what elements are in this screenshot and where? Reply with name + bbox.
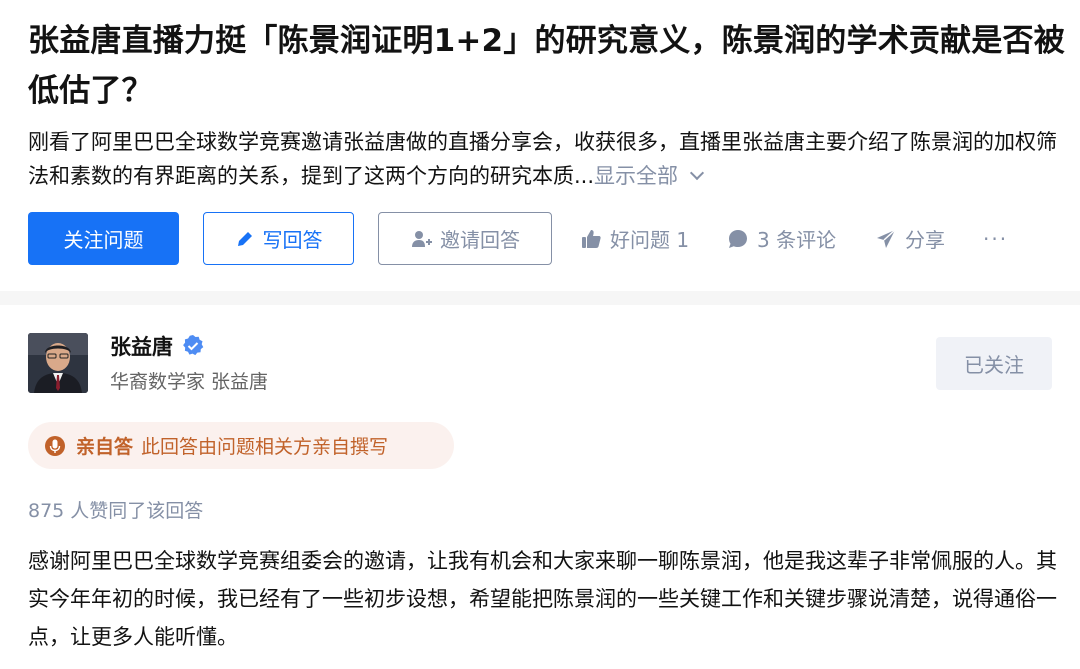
self-badge-text: 此回答由问题相关方亲自撰写 xyxy=(141,436,389,458)
show-all-link[interactable]: 显示全部 xyxy=(594,164,705,188)
follow-question-button[interactable]: 关注问题 xyxy=(28,212,179,265)
question-title[interactable]: 张益唐直播力挺「陈景润证明1+2」的研究意义，陈景润的学术贡献是否被低估了？ xyxy=(28,16,1068,116)
question-card: 张益唐直播力挺「陈景润证明1+2」的研究意义，陈景润的学术贡献是否被低估了？ 刚… xyxy=(0,0,1080,291)
paper-plane-icon xyxy=(877,228,896,248)
write-answer-button[interactable]: 写回答 xyxy=(203,212,354,265)
good-question-button[interactable]: 好问题 1 xyxy=(580,212,689,265)
share-label: 分享 xyxy=(905,228,945,252)
write-answer-label: 写回答 xyxy=(262,228,323,252)
question-excerpt: 刚看了阿里巴巴全球数学竞赛邀请张益唐做的直播分享会，收获很多，直播里张益唐主要介… xyxy=(28,125,1068,193)
comment-icon xyxy=(729,229,747,248)
vote-count: 875 人赞同了该回答 xyxy=(28,500,204,522)
invite-answer-label: 邀请回答 xyxy=(440,228,520,252)
show-all-label: 显示全部 xyxy=(594,164,679,188)
followed-button[interactable]: 已关注 xyxy=(936,337,1052,390)
section-divider xyxy=(0,291,1080,305)
chevron-down-icon xyxy=(689,165,705,181)
more-options-button[interactable]: ··· xyxy=(983,212,1008,265)
followed-label: 已关注 xyxy=(964,353,1024,377)
more-icon: ··· xyxy=(983,226,1009,251)
thumbs-up-icon xyxy=(582,229,601,248)
author-bio: 华裔数学家 张益唐 xyxy=(110,371,269,393)
good-question-label: 好问题 1 xyxy=(610,228,690,252)
verified-icon xyxy=(181,334,205,358)
question-excerpt-text: 刚看了阿里巴巴全球数学竞赛邀请张益唐做的直播分享会，收获很多，直播里张益唐主要介… xyxy=(28,130,1057,188)
avatar[interactable] xyxy=(28,333,88,393)
microphone-icon xyxy=(45,435,65,456)
author-name[interactable]: 张益唐 xyxy=(110,331,205,361)
author-name-text: 张益唐 xyxy=(110,335,173,359)
add-user-icon xyxy=(412,230,432,247)
invite-answer-button[interactable]: 邀请回答 xyxy=(378,212,552,265)
answer-card: 张益唐 华裔数学家 张益唐 已关注 亲自答 此回答由问题相关方亲自撰写 875 … xyxy=(0,305,1080,669)
avatar-portrait xyxy=(28,333,88,393)
pencil-icon xyxy=(237,231,252,246)
answer-content[interactable]: 感谢阿里巴巴全球数学竞赛组委会的邀请，让我有机会和大家来聊一聊陈景润，他是我这辈… xyxy=(28,542,1058,656)
follow-question-label: 关注问题 xyxy=(63,228,144,252)
comments-label: 3 条评论 xyxy=(757,228,837,252)
comments-button[interactable]: 3 条评论 xyxy=(727,212,836,265)
question-actions: 关注问题 写回答 邀请回答 好问题 1 3 条评论 分享 ··· xyxy=(28,212,1068,265)
share-button[interactable]: 分享 xyxy=(875,212,945,265)
self-answer-badge: 亲自答 此回答由问题相关方亲自撰写 xyxy=(28,422,454,469)
self-badge-strong: 亲自答 xyxy=(76,436,134,458)
